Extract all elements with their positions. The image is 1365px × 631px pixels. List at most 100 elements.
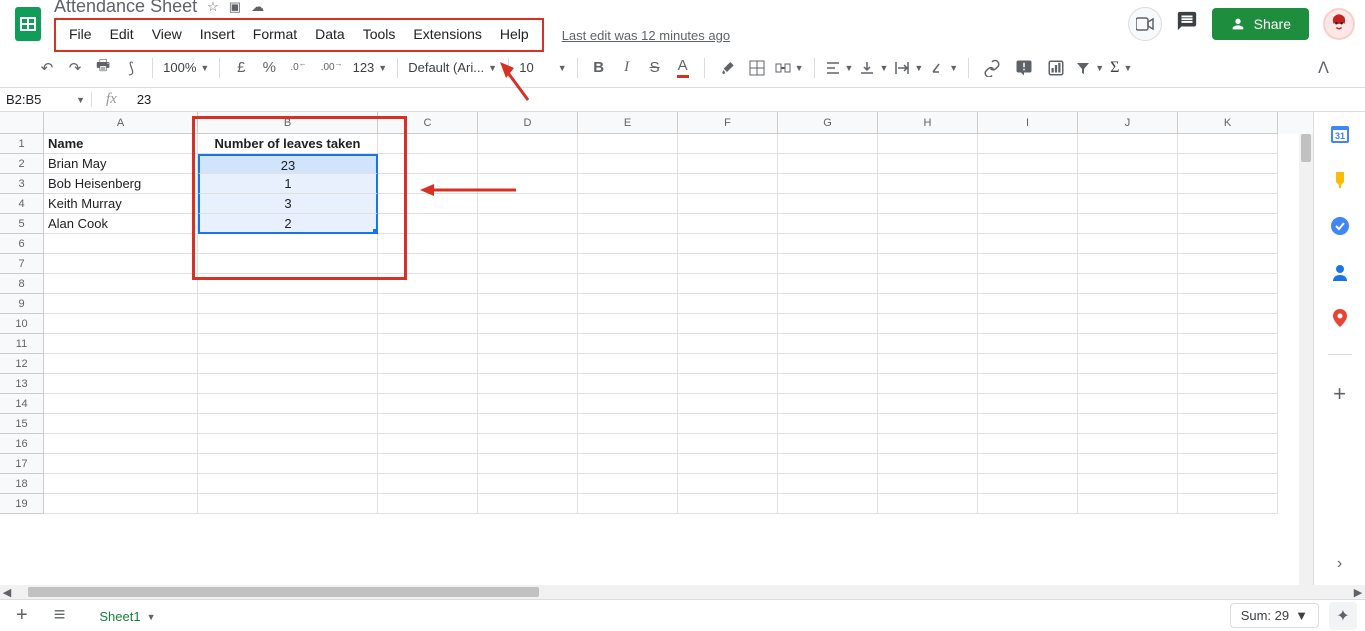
cell[interactable] <box>1178 234 1278 254</box>
document-title[interactable]: Attendance Sheet <box>54 0 197 17</box>
italic-button[interactable]: I <box>616 55 638 80</box>
cell[interactable] <box>198 474 378 494</box>
menu-file[interactable]: File <box>60 22 101 46</box>
insert-chart-icon[interactable] <box>1043 55 1069 81</box>
cell[interactable] <box>978 214 1078 234</box>
meet-button[interactable] <box>1128 7 1162 41</box>
cell[interactable] <box>44 494 198 514</box>
cell[interactable] <box>578 194 678 214</box>
cell[interactable] <box>478 374 578 394</box>
cell[interactable] <box>1178 394 1278 414</box>
row-header[interactable]: 15 <box>0 414 44 434</box>
cell[interactable] <box>478 454 578 474</box>
zoom-dropdown[interactable]: 100%▼ <box>163 60 209 75</box>
paint-format-icon[interactable]: ⟆ <box>120 55 142 81</box>
row-header[interactable]: 10 <box>0 314 44 334</box>
cell[interactable] <box>1178 134 1278 154</box>
cell[interactable] <box>878 154 978 174</box>
move-icon[interactable]: ▣ <box>229 0 241 15</box>
text-rotation-dropdown[interactable]: ▼ <box>929 60 958 76</box>
cell[interactable] <box>578 174 678 194</box>
cell[interactable] <box>1078 194 1178 214</box>
cell[interactable] <box>578 314 678 334</box>
cell[interactable] <box>378 314 478 334</box>
cell[interactable] <box>378 174 478 194</box>
cell[interactable] <box>1078 494 1178 514</box>
cell[interactable] <box>778 414 878 434</box>
row-header[interactable]: 5 <box>0 214 44 234</box>
cell[interactable] <box>978 394 1078 414</box>
menu-insert[interactable]: Insert <box>191 22 244 46</box>
functions-dropdown[interactable]: Σ▼ <box>1110 59 1132 77</box>
decrease-decimal-button[interactable]: .0← <box>286 58 310 77</box>
cell[interactable] <box>578 274 678 294</box>
insert-comment-icon[interactable] <box>1011 55 1037 81</box>
cell[interactable] <box>478 194 578 214</box>
cell[interactable] <box>778 234 878 254</box>
cell[interactable] <box>1078 154 1178 174</box>
insert-link-icon[interactable] <box>979 55 1005 81</box>
cell[interactable] <box>1178 414 1278 434</box>
cell[interactable] <box>678 274 778 294</box>
cell[interactable] <box>478 154 578 174</box>
cell[interactable] <box>778 334 878 354</box>
cell[interactable] <box>678 234 778 254</box>
hide-sidepanel-icon[interactable]: › <box>1337 555 1342 573</box>
row-header[interactable]: 4 <box>0 194 44 214</box>
cell[interactable] <box>1178 194 1278 214</box>
cell[interactable] <box>44 374 198 394</box>
cell[interactable] <box>44 414 198 434</box>
cell[interactable] <box>978 314 1078 334</box>
bold-button[interactable]: B <box>588 55 610 80</box>
row-header[interactable]: 18 <box>0 474 44 494</box>
cell[interactable]: 2 <box>198 214 378 234</box>
cell[interactable] <box>478 434 578 454</box>
menu-help[interactable]: Help <box>491 22 538 46</box>
cell[interactable] <box>198 314 378 334</box>
cell[interactable] <box>378 454 478 474</box>
cell[interactable] <box>198 354 378 374</box>
cell[interactable] <box>778 314 878 334</box>
cell[interactable] <box>198 254 378 274</box>
cell[interactable] <box>978 154 1078 174</box>
cell[interactable] <box>478 254 578 274</box>
cell[interactable] <box>678 474 778 494</box>
cell[interactable] <box>1078 354 1178 374</box>
cell[interactable] <box>678 454 778 474</box>
cell[interactable] <box>578 474 678 494</box>
cell[interactable] <box>578 354 678 374</box>
calendar-icon[interactable]: 31 <box>1330 124 1350 144</box>
cell[interactable] <box>978 494 1078 514</box>
cell[interactable] <box>198 414 378 434</box>
cell[interactable] <box>678 354 778 374</box>
cell[interactable]: 1 <box>198 174 378 194</box>
cell[interactable] <box>778 354 878 374</box>
cell[interactable] <box>878 194 978 214</box>
cell[interactable] <box>878 394 978 414</box>
row-header[interactable]: 17 <box>0 454 44 474</box>
cell[interactable] <box>44 234 198 254</box>
col-header-K[interactable]: K <box>1178 112 1278 134</box>
cell[interactable] <box>44 434 198 454</box>
cell[interactable] <box>878 134 978 154</box>
cell[interactable] <box>478 494 578 514</box>
cell[interactable] <box>878 174 978 194</box>
cell[interactable] <box>678 394 778 414</box>
cell[interactable] <box>1078 474 1178 494</box>
cell[interactable] <box>1178 434 1278 454</box>
cell[interactable] <box>578 234 678 254</box>
cell[interactable] <box>478 274 578 294</box>
col-header-H[interactable]: H <box>878 112 978 134</box>
cell[interactable] <box>678 254 778 274</box>
row-header[interactable]: 11 <box>0 334 44 354</box>
cell[interactable] <box>198 434 378 454</box>
cell[interactable] <box>978 434 1078 454</box>
cell[interactable] <box>1178 494 1278 514</box>
cell[interactable] <box>1178 154 1278 174</box>
cell[interactable] <box>44 474 198 494</box>
cell[interactable] <box>1078 274 1178 294</box>
row-header[interactable]: 12 <box>0 354 44 374</box>
cell[interactable] <box>578 374 678 394</box>
cell[interactable] <box>878 214 978 234</box>
row-header[interactable]: 13 <box>0 374 44 394</box>
